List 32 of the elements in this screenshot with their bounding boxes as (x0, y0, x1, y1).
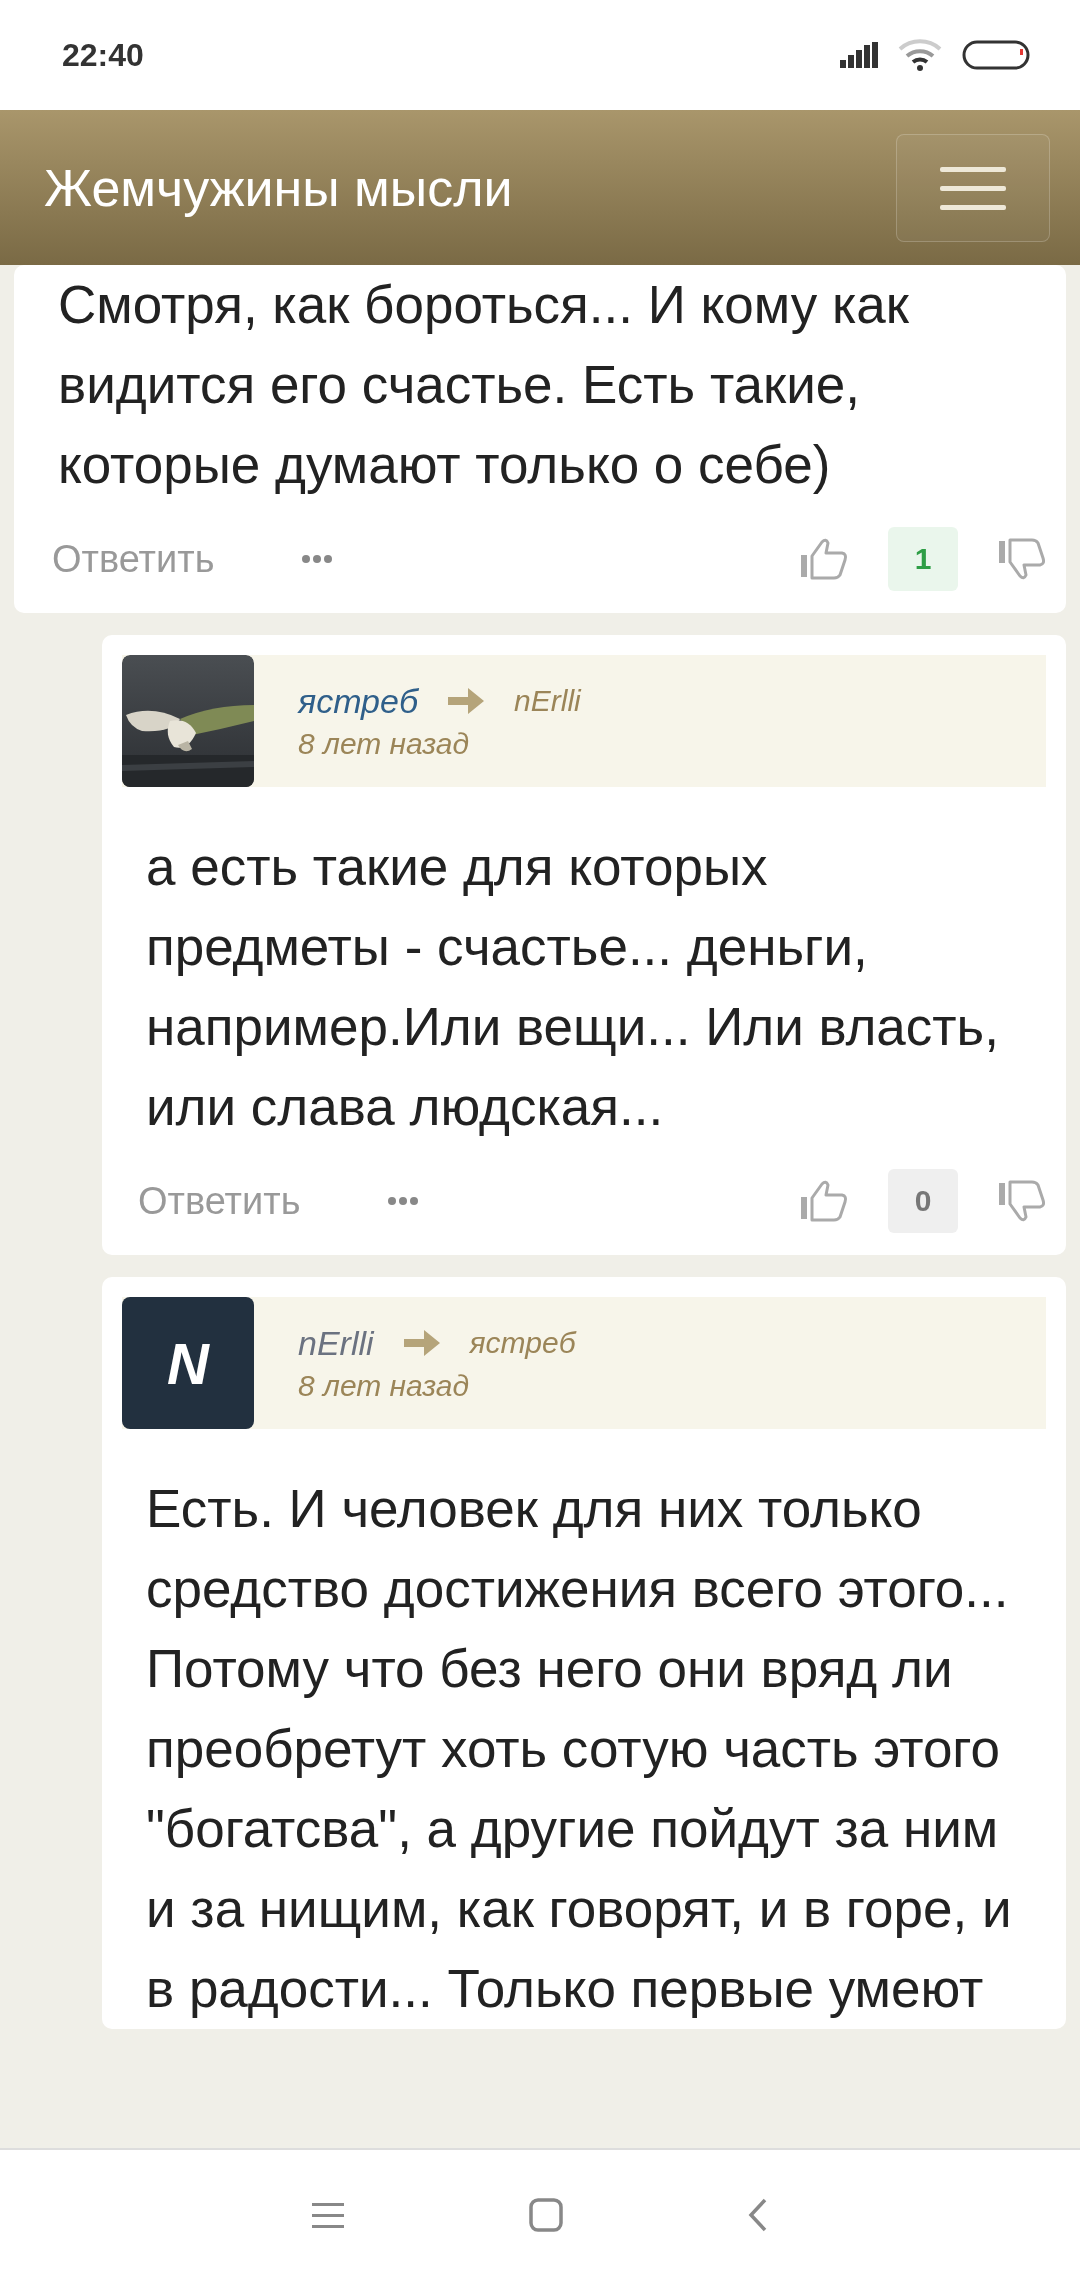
vote-score: 1 (888, 527, 958, 591)
arrow-icon (403, 1330, 440, 1356)
arrow-icon (448, 688, 485, 714)
recipient-name[interactable]: ястреб (469, 1326, 576, 1360)
more-icon[interactable] (302, 555, 333, 563)
wifi-icon (898, 39, 942, 71)
author-name[interactable]: ястреб (298, 681, 419, 721)
vote-score: 0 (888, 1169, 958, 1233)
comment-time: 8 лет назад (298, 1368, 471, 1403)
comment-text: Смотря, как бороться... И кому как видится его счастье. Есть такие, которые думают только о себе) (57, 274, 911, 496)
avatar-letter: N (167, 1329, 209, 1397)
thumbs-up-icon[interactable] (800, 1180, 848, 1222)
thumbs-up-icon[interactable] (800, 538, 848, 580)
recipient-name[interactable]: nErlli (514, 684, 581, 718)
comment-text: Есть. И человек для них только средство достижения всего этого... Потому что без него они вряд ли преобретут хоть сотую часть этого "богатсва", а другие пойдут за ним и за нищим, как говорят, и в горе, и в радости... Только первые умеют (145, 1478, 1013, 2020)
menu-button[interactable] (896, 133, 1050, 242)
thumbs-down-icon[interactable] (998, 538, 1046, 580)
thumbs-down-icon[interactable] (998, 1180, 1046, 1222)
author-name[interactable]: nErlli (298, 1323, 374, 1363)
comment-time: 8 лет назад (298, 726, 471, 761)
home-icon[interactable] (529, 2198, 563, 2232)
comment-text: а есть такие для которых предметы - счастье... деньги, например.Или вещи... Или власть, или слава людская... (145, 836, 1000, 1138)
reply-link[interactable]: Ответить (138, 1179, 301, 1223)
site-title[interactable]: Жемчужины мысли (44, 157, 513, 218)
signal-icon (840, 42, 878, 68)
more-icon[interactable] (388, 1197, 419, 1205)
menu-icon[interactable] (312, 2202, 344, 2228)
reply-link[interactable]: Ответить (52, 537, 215, 581)
battery-icon (962, 40, 1030, 70)
status-time: 22:40 (62, 36, 144, 74)
back-icon[interactable] (748, 2198, 768, 2232)
menu-icon[interactable] (940, 164, 1006, 211)
